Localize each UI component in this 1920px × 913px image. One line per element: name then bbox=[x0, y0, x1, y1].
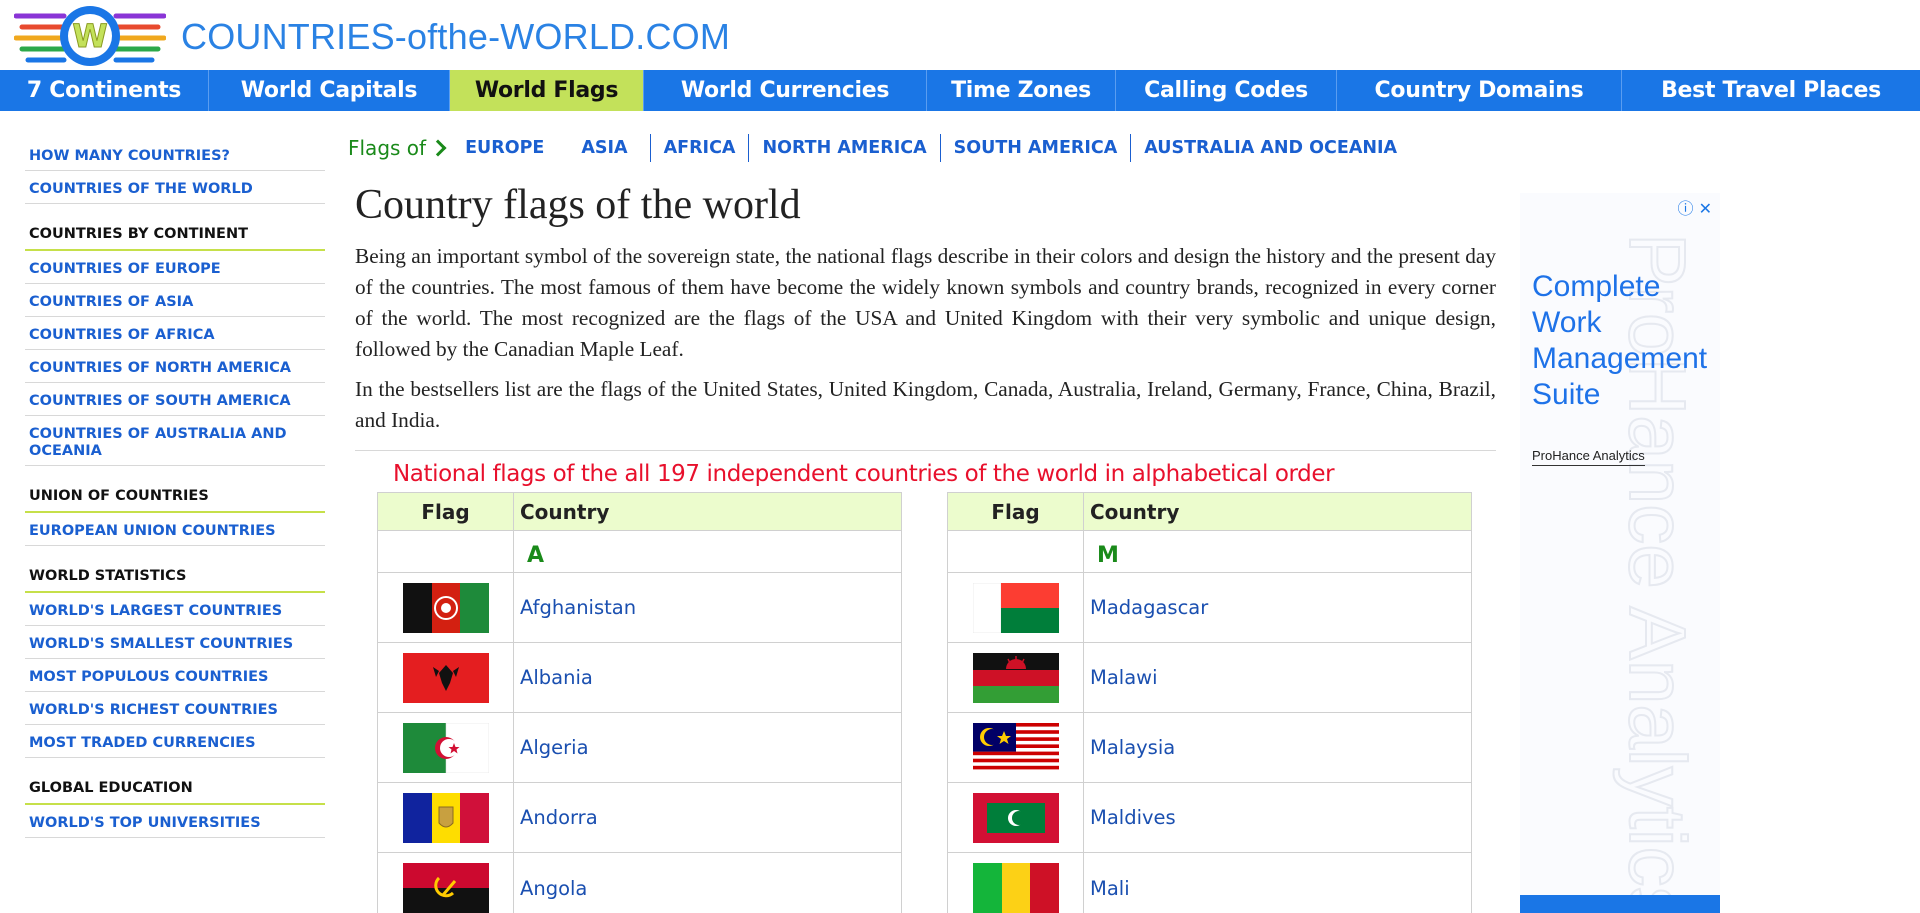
country-link-mali[interactable]: Mali bbox=[1090, 877, 1130, 900]
chevron-right-icon bbox=[429, 139, 447, 157]
sidebar-link-countries-world[interactable]: COUNTRIES OF THE WORLD bbox=[25, 171, 325, 204]
country-link-malaysia[interactable]: Malaysia bbox=[1090, 736, 1175, 759]
continent-filter: Flags of EUROPE ASIA AFRICA NORTH AMERIC… bbox=[348, 133, 1410, 163]
sidebar-link-universities[interactable]: WORLD'S TOP UNIVERSITIES bbox=[25, 805, 325, 838]
table-header: Flag Country bbox=[378, 493, 901, 531]
nav-world-capitals[interactable]: World Capitals bbox=[209, 70, 450, 111]
letter-row: M bbox=[948, 531, 1471, 573]
sidebar-heading-by-continent: COUNTRIES BY CONTINENT bbox=[25, 204, 325, 251]
table-row: Malaysia bbox=[948, 713, 1471, 783]
sidebar-link-asia[interactable]: COUNTRIES OF ASIA bbox=[25, 284, 325, 317]
flags-table-m: Flag Country M Madagascar Malawi Malaysi… bbox=[947, 492, 1472, 913]
sidebar-link-richest[interactable]: WORLD'S RICHEST COUNTRIES bbox=[25, 692, 325, 725]
intro-paragraph: Being an important symbol of the soverei… bbox=[355, 244, 1496, 361]
angola-flag-icon[interactable] bbox=[402, 863, 489, 913]
country-link-afghanistan[interactable]: Afghanistan bbox=[520, 596, 636, 619]
country-link-albania[interactable]: Albania bbox=[520, 666, 593, 689]
afghanistan-flag-icon[interactable] bbox=[402, 582, 489, 633]
albania-flag-icon[interactable] bbox=[402, 652, 489, 703]
maldives-flag-icon[interactable] bbox=[972, 792, 1059, 843]
sidebar-link-europe[interactable]: COUNTRIES OF EUROPE bbox=[25, 251, 325, 284]
sidebar-link-south-america[interactable]: COUNTRIES OF SOUTH AMERICA bbox=[25, 383, 325, 416]
col-flag-header: Flag bbox=[948, 493, 1084, 530]
sidebar-link-australia[interactable]: COUNTRIES OF AUSTRALIA AND OCEANIA bbox=[25, 416, 325, 466]
continent-link-south-america[interactable]: SOUTH AMERICA bbox=[939, 134, 1131, 162]
letter-row: A bbox=[378, 531, 901, 573]
flags-of-label: Flags of bbox=[348, 136, 427, 160]
page-title: Country flags of the world bbox=[355, 182, 801, 228]
country-link-angola[interactable]: Angola bbox=[520, 877, 587, 900]
malaysia-flag-icon[interactable] bbox=[972, 722, 1059, 773]
ad-controls: ⓘ ✕ bbox=[1677, 195, 1712, 219]
sidebar-link-how-many[interactable]: HOW MANY COUNTRIES? bbox=[25, 138, 325, 171]
algeria-flag-icon[interactable] bbox=[402, 722, 489, 773]
site-header: W COUNTRIES-ofthe-WORLD.COM bbox=[0, 0, 1920, 70]
nav-world-currencies[interactable]: World Currencies bbox=[644, 70, 927, 111]
divider bbox=[355, 450, 1496, 451]
country-link-malawi[interactable]: Malawi bbox=[1090, 666, 1158, 689]
col-country-header: Country bbox=[1090, 499, 1180, 524]
col-country-header: Country bbox=[520, 499, 610, 524]
country-link-madagascar[interactable]: Madagascar bbox=[1090, 596, 1208, 619]
sidebar-link-largest[interactable]: WORLD'S LARGEST COUNTRIES bbox=[25, 593, 325, 626]
continent-link-asia[interactable]: ASIA bbox=[557, 134, 649, 162]
nav-world-flags[interactable]: World Flags bbox=[450, 70, 644, 111]
flags-table-a: Flag Country A Afghanistan Albania Alger… bbox=[377, 492, 902, 913]
table-row: Angola bbox=[378, 853, 901, 913]
andorra-flag-icon[interactable] bbox=[402, 792, 489, 843]
country-link-algeria[interactable]: Algeria bbox=[520, 736, 589, 759]
info-icon[interactable]: ⓘ bbox=[1677, 199, 1693, 218]
continent-link-europe[interactable]: EUROPE bbox=[460, 134, 557, 162]
table-row: Malawi bbox=[948, 643, 1471, 713]
table-row: Mali bbox=[948, 853, 1471, 913]
sidebar-link-north-america[interactable]: COUNTRIES OF NORTH AMERICA bbox=[25, 350, 325, 383]
close-icon[interactable]: ✕ bbox=[1699, 199, 1712, 218]
country-link-andorra[interactable]: Andorra bbox=[520, 806, 598, 829]
main-content: Country flags of the world Being an impo… bbox=[355, 180, 1496, 489]
ad-brand[interactable]: ProHance Analytics bbox=[1532, 448, 1645, 466]
main-nav: 7 Continents World Capitals World Flags … bbox=[0, 70, 1920, 111]
nav-calling-codes[interactable]: Calling Codes bbox=[1116, 70, 1337, 111]
sidebar-link-smallest[interactable]: WORLD'S SMALLEST COUNTRIES bbox=[25, 626, 325, 659]
madagascar-flag-icon[interactable] bbox=[972, 582, 1059, 633]
nav-country-domains[interactable]: Country Domains bbox=[1337, 70, 1622, 111]
sidebar: HOW MANY COUNTRIES? COUNTRIES OF THE WOR… bbox=[25, 138, 325, 838]
malawi-flag-icon[interactable] bbox=[972, 652, 1059, 703]
nav-time-zones[interactable]: Time Zones bbox=[927, 70, 1116, 111]
ad-cta-bar[interactable] bbox=[1520, 895, 1720, 913]
table-row: Maldives bbox=[948, 783, 1471, 853]
table-header: Flag Country bbox=[948, 493, 1471, 531]
table-row: Afghanistan bbox=[378, 573, 901, 643]
mali-flag-icon[interactable] bbox=[972, 863, 1059, 913]
nav-7-continents[interactable]: 7 Continents bbox=[0, 70, 209, 111]
sidebar-link-currencies[interactable]: MOST TRADED CURRENCIES bbox=[25, 725, 325, 758]
country-link-maldives[interactable]: Maldives bbox=[1090, 806, 1176, 829]
sidebar-link-eu[interactable]: EUROPEAN UNION COUNTRIES bbox=[25, 513, 325, 546]
table-row: Andorra bbox=[378, 783, 901, 853]
sidebar-heading-union: UNION OF COUNTRIES bbox=[25, 466, 325, 513]
sidebar-link-populous[interactable]: MOST POPULOUS COUNTRIES bbox=[25, 659, 325, 692]
sidebar-link-africa[interactable]: COUNTRIES OF AFRICA bbox=[25, 317, 325, 350]
table-row: Algeria bbox=[378, 713, 901, 783]
continent-link-africa[interactable]: AFRICA bbox=[649, 134, 749, 162]
letter-heading-m: M bbox=[1097, 543, 1119, 568]
section-subtitle: National flags of the all 197 independen… bbox=[393, 461, 1335, 487]
table-row: Madagascar bbox=[948, 573, 1471, 643]
nav-best-travel-places[interactable]: Best Travel Places bbox=[1622, 70, 1920, 111]
site-title[interactable]: COUNTRIES-ofthe-WORLD.COM bbox=[181, 16, 730, 58]
site-logo-icon[interactable]: W bbox=[14, 4, 166, 68]
sidebar-heading-statistics: WORLD STATISTICS bbox=[25, 546, 325, 593]
letter-heading-a: A bbox=[527, 543, 545, 568]
ad-headline[interactable]: Complete Work Management Suite bbox=[1532, 269, 1717, 413]
table-row: Albania bbox=[378, 643, 901, 713]
sidebar-heading-education: GLOBAL EDUCATION bbox=[25, 758, 325, 805]
bestsellers-paragraph: In the bestsellers list are the flags of… bbox=[355, 377, 1496, 432]
continent-link-australia[interactable]: AUSTRALIA AND OCEANIA bbox=[1130, 134, 1410, 162]
col-flag-header: Flag bbox=[378, 493, 514, 530]
continent-link-north-america[interactable]: NORTH AMERICA bbox=[748, 134, 939, 162]
svg-text:W: W bbox=[72, 17, 107, 55]
advertisement[interactable]: ProHance Analytics ⓘ ✕ Complete Work Man… bbox=[1520, 193, 1720, 913]
